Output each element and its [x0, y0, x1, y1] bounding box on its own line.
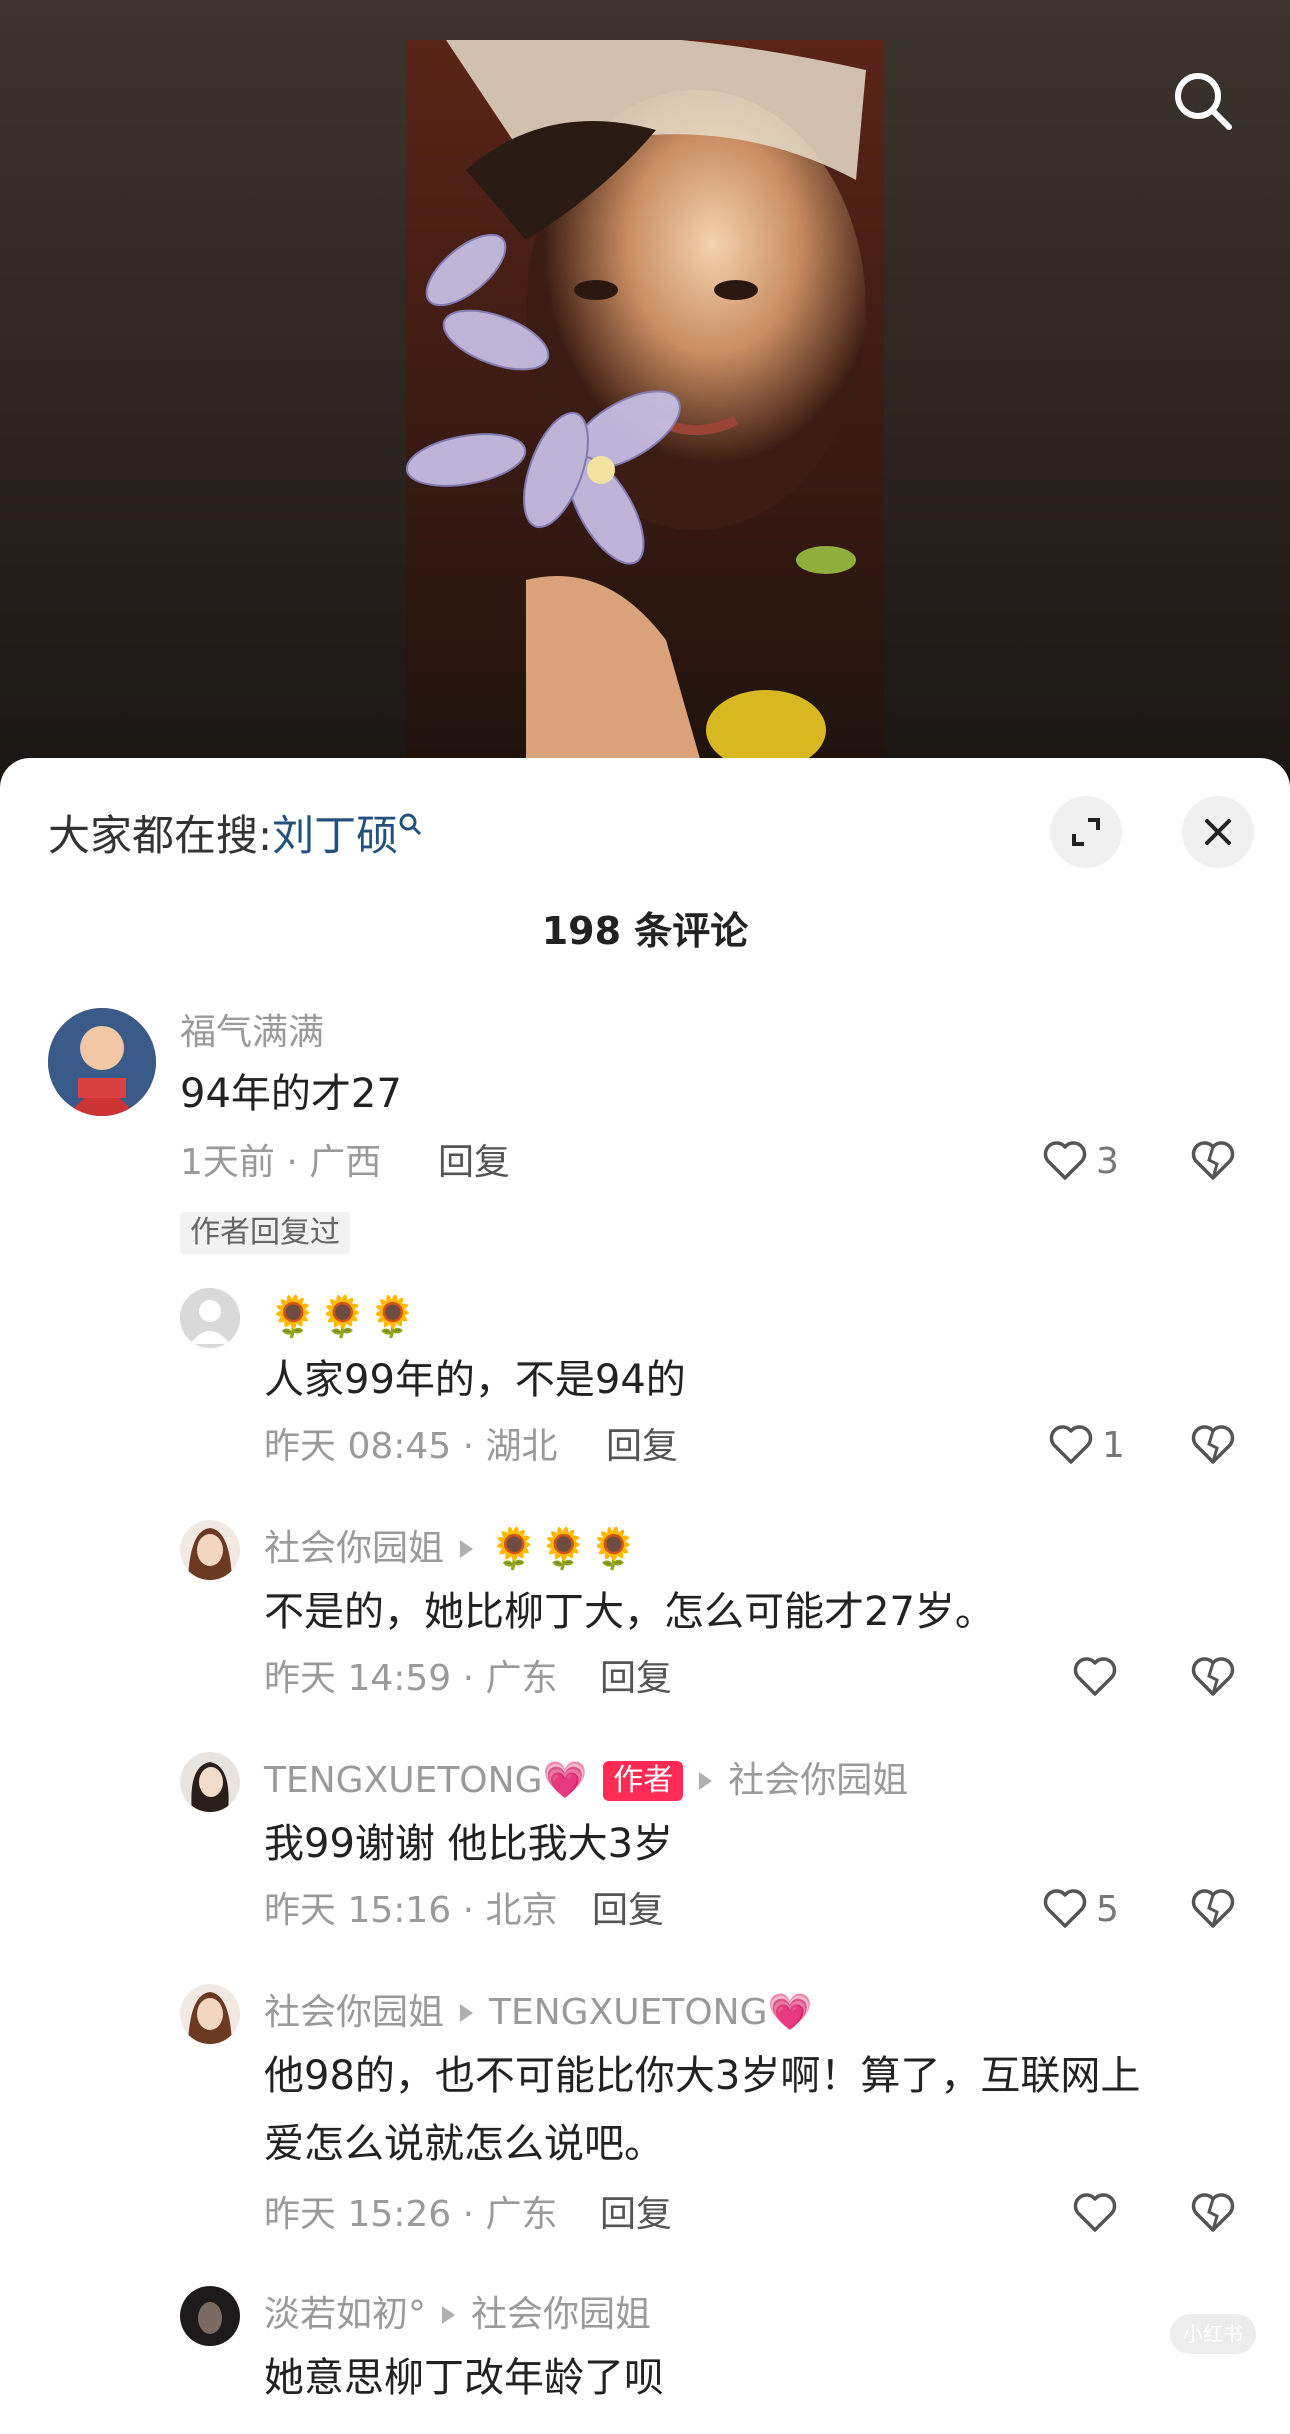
comment-text-line2: 爱怎么说就怎么说吧。 — [264, 2121, 664, 2167]
heart-icon — [1043, 1889, 1087, 1928]
like-button[interactable] — [1070, 1652, 1126, 1702]
reply-button[interactable]: 回复 — [606, 1422, 678, 1472]
avatar[interactable] — [180, 1752, 240, 1812]
dislike-button[interactable] — [1188, 2188, 1238, 2242]
dislike-button[interactable] — [1188, 1136, 1238, 1190]
dislike-icon — [1191, 1425, 1235, 1464]
comment-username[interactable]: 淡若如初° — [264, 2290, 426, 2340]
comment-text: 她意思柳丁改年龄了呗 — [264, 2355, 664, 2401]
comment-username-line: 社会你园姐 🌻🌻🌻 — [264, 1524, 638, 1574]
default-avatar-icon — [180, 1288, 240, 1348]
dislike-icon — [1191, 1657, 1235, 1696]
avatar-image — [180, 1752, 240, 1812]
small-search-icon — [399, 813, 422, 836]
reply-button[interactable]: 回复 — [600, 1654, 672, 1704]
comment-text: 人家99年的，不是94的 — [264, 1357, 686, 1403]
like-button[interactable]: 5 — [1040, 1884, 1119, 1934]
like-button[interactable] — [1070, 2188, 1126, 2238]
play-arrow-icon — [699, 1772, 713, 1790]
video-thumbnail[interactable] — [406, 40, 884, 780]
dislike-button[interactable] — [1188, 1420, 1238, 1474]
like-count: 3 — [1096, 1140, 1119, 1182]
play-arrow-icon — [460, 1540, 474, 1558]
search-icon — [1175, 73, 1232, 130]
author-badge: 作者 — [603, 1761, 684, 1801]
avatar-image — [180, 1520, 240, 1580]
dislike-icon — [1191, 1889, 1235, 1928]
video-area[interactable] — [0, 0, 1290, 780]
avatar[interactable] — [180, 1520, 240, 1580]
hot-search-bar[interactable]: 大家都在搜:刘丁硕 — [48, 806, 424, 866]
watermark-logo: 小红书 — [1170, 2314, 1256, 2354]
comment-time-location: 昨天 15:26 · 广东 — [264, 2194, 558, 2235]
like-count: 1 — [1102, 1424, 1125, 1466]
expand-button[interactable] — [1050, 796, 1122, 868]
comment-header: 大家都在搜:刘丁硕 — [0, 758, 1290, 908]
comment-emoji-line: 🌻🌻🌻 — [489, 1526, 639, 1572]
comment-username[interactable]: 社会你园姐 — [264, 1524, 444, 1574]
comment-username[interactable]: 社会你园姐 — [264, 1988, 444, 2038]
comment-time-location: 昨天 14:59 · 广东 — [264, 1658, 558, 1699]
comment-username-line: 社会你园姐 TENGXUETONG💗 — [264, 1988, 812, 2038]
like-count: 5 — [1096, 1888, 1119, 1930]
play-arrow-icon — [460, 2004, 474, 2022]
like-button[interactable]: 3 — [1040, 1136, 1119, 1186]
comment-time-location: 1天前 · 广西 — [180, 1142, 382, 1183]
heart-icon — [1049, 1425, 1093, 1464]
hot-search-prefix: 大家都在搜: — [48, 811, 273, 860]
reply-button[interactable]: 回复 — [438, 1138, 510, 1188]
avatar[interactable] — [48, 1008, 156, 1116]
heart-icon — [1073, 1657, 1117, 1696]
author-replied-tag: 作者回复过 — [180, 1212, 350, 1254]
comment-time-location: 昨天 15:16 · 北京 — [264, 1890, 558, 1931]
comment-username-line: 淡若如初° 社会你园姐 — [264, 2290, 651, 2340]
comment-username[interactable]: TENGXUETONG💗 — [264, 1756, 587, 1806]
reply-button[interactable]: 回复 — [592, 1886, 664, 1936]
hot-search-keyword[interactable]: 刘丁硕 — [272, 811, 398, 860]
search-button[interactable] — [1168, 66, 1238, 136]
avatar-image — [48, 1008, 156, 1116]
comment-sheet: 大家都在搜:刘丁硕 198 条评论 福气满满 94年的才27 1天前 · 广西 … — [0, 758, 1290, 2434]
reply-button[interactable]: 回复 — [600, 2190, 672, 2240]
comment-text-line1: 他98的，也不可能比你大3岁啊！算了，互联网上 — [264, 2053, 1141, 2099]
comment-emoji-line: 🌻🌻🌻 — [268, 1294, 418, 1340]
expand-icon — [1072, 818, 1100, 846]
comment-text: 我99谢谢 他比我大3岁 — [264, 1821, 674, 1867]
like-button[interactable]: 1 — [1046, 1420, 1125, 1470]
reply-to-username[interactable]: TENGXUETONG💗 — [489, 1988, 812, 2038]
avatar[interactable] — [180, 1288, 240, 1348]
comment-time-location: 昨天 08:45 · 湖北 — [264, 1426, 558, 1467]
comment-username-line: TENGXUETONG💗 作者 社会你园姐 — [264, 1756, 908, 1806]
play-arrow-icon — [442, 2306, 456, 2324]
comment-username[interactable]: 福气满满 — [180, 1008, 324, 1058]
heart-icon — [1073, 2193, 1117, 2232]
avatar[interactable] — [180, 2286, 240, 2346]
comment-text: 不是的，她比柳丁大，怎么可能才27岁。 — [264, 1589, 995, 1635]
comment-text: 94年的才27 — [180, 1071, 402, 1117]
reply-to-username[interactable]: 社会你园姐 — [728, 1756, 908, 1806]
portrait-image — [406, 40, 884, 780]
close-button[interactable] — [1182, 796, 1254, 868]
avatar-image — [180, 2286, 240, 2346]
close-icon — [1205, 819, 1231, 845]
avatar[interactable] — [180, 1984, 240, 2044]
dislike-button[interactable] — [1188, 1652, 1238, 1706]
heart-icon — [1043, 1141, 1087, 1180]
dislike-icon — [1191, 2193, 1235, 2232]
dislike-icon — [1191, 1141, 1235, 1180]
dislike-button[interactable] — [1188, 1884, 1238, 1938]
avatar-image — [180, 1984, 240, 2044]
comment-count: 198 条评论 — [541, 909, 749, 953]
reply-to-username[interactable]: 社会你园姐 — [471, 2290, 651, 2340]
